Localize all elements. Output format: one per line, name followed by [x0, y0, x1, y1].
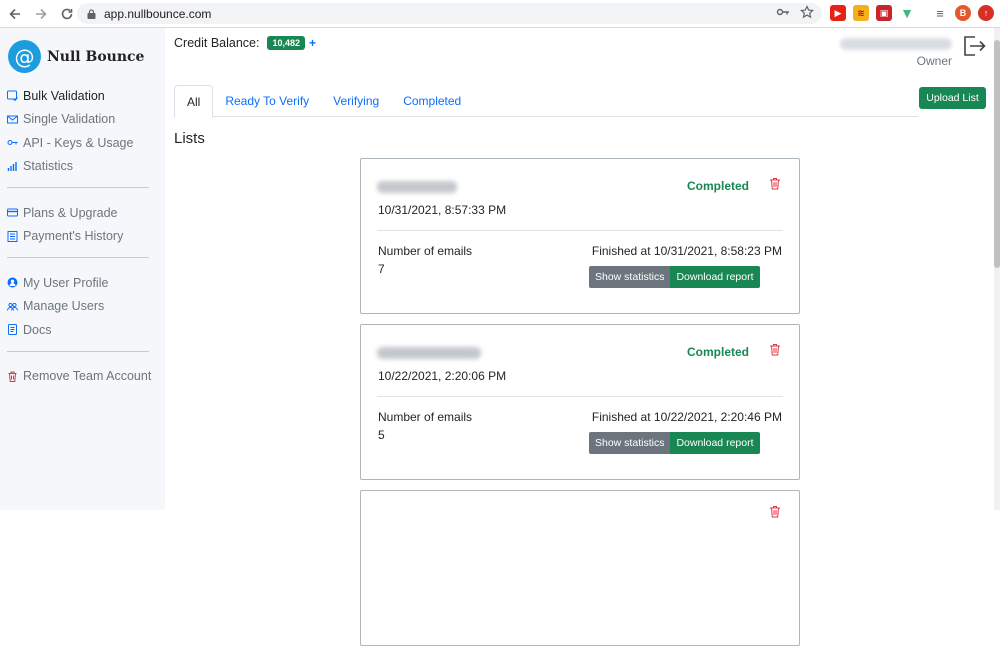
sidebar-divider — [7, 350, 149, 352]
user-circle-icon — [7, 277, 18, 288]
sidebar-item-profile[interactable]: My User Profile — [0, 271, 165, 295]
sidebar-item-statistics[interactable]: Statistics — [0, 155, 165, 179]
bulk-icon — [7, 90, 18, 102]
emails-count-value: 5 — [378, 428, 385, 442]
list-card: Completed 10/31/2021, 8:57:33 PM Number … — [360, 158, 800, 314]
users-icon — [7, 302, 18, 311]
list-card — [360, 490, 800, 646]
logo[interactable]: @ Null Bounce — [8, 40, 144, 73]
show-statistics-button[interactable]: Show statistics — [589, 432, 671, 454]
forward-arrow-icon[interactable] — [30, 3, 52, 25]
list-tabs: All Ready To Verify Verifying Completed — [174, 85, 918, 118]
finished-at: Finished at 10/31/2021, 8:58:23 PM — [591, 244, 782, 258]
logout-icon[interactable] — [962, 35, 986, 57]
sidebar-item-label: Docs — [23, 322, 52, 337]
sidebar-item-label: My User Profile — [23, 275, 109, 290]
browser-toolbar: app.nullbounce.com ▶ ≋ ▣ ▼ ≡ B ↑ — [0, 0, 1000, 28]
address-bar[interactable]: app.nullbounce.com — [77, 3, 822, 24]
lock-icon — [87, 8, 96, 19]
list-name-redacted — [377, 181, 457, 193]
download-report-button[interactable]: Download report — [670, 266, 760, 288]
lists-heading: Lists — [174, 130, 205, 147]
scrollbar-thumb[interactable] — [994, 40, 1000, 268]
star-icon[interactable] — [800, 5, 814, 19]
credit-label: Credit Balance: — [174, 36, 260, 50]
envelope-icon — [7, 115, 18, 124]
sidebar-item-label: Single Validation — [23, 112, 116, 127]
user-email-redacted — [840, 38, 952, 50]
tab-ready-to-verify[interactable]: Ready To Verify — [213, 85, 321, 117]
bar-chart-icon — [7, 161, 17, 171]
sidebar-menu: Bulk Validation Single Validation API - … — [0, 84, 165, 388]
doc-icon — [8, 324, 17, 336]
list-created-date: 10/22/2021, 2:20:06 PM — [378, 369, 507, 383]
video-extension-icon[interactable]: ▣ — [876, 5, 892, 21]
main-content: Credit Balance: 10,482 + Owner All Ready… — [165, 28, 1000, 646]
vue-extension-icon[interactable]: ▼ — [899, 5, 915, 21]
sidebar-item-api-keys[interactable]: API - Keys & Usage — [0, 131, 165, 155]
credit-balance: Credit Balance: 10,482 + — [174, 36, 316, 50]
url-text: app.nullbounce.com — [104, 6, 212, 21]
list-name-redacted — [377, 347, 481, 359]
sidebar-item-label: Remove Team Account — [23, 369, 152, 384]
reload-icon[interactable] — [56, 3, 78, 25]
sidebar-item-label: Statistics — [23, 159, 74, 174]
emails-count-label: Number of emails — [378, 410, 473, 424]
tab-verifying[interactable]: Verifying — [321, 85, 391, 117]
tab-completed[interactable]: Completed — [391, 85, 473, 117]
sidebar-item-manage-users[interactable]: Manage Users — [0, 295, 165, 319]
back-arrow-icon[interactable] — [4, 3, 26, 25]
sidebar-item-label: Payment's History — [23, 229, 124, 244]
status-badge: Completed — [687, 179, 750, 193]
sidebar-item-label: Manage Users — [23, 299, 105, 314]
sidebar-item-label: Bulk Validation — [23, 88, 105, 103]
card-icon — [7, 208, 18, 217]
list-created-date: 10/31/2021, 8:57:33 PM — [378, 203, 507, 217]
list-card: Completed 10/22/2021, 2:20:06 PM Number … — [360, 324, 800, 480]
app-name: Null Bounce — [47, 48, 145, 65]
extension-icon[interactable]: ≋ — [853, 5, 869, 21]
sidebar: @ Null Bounce Bulk Validation Single Val… — [0, 28, 165, 510]
trash-icon[interactable] — [769, 505, 781, 518]
sidebar-item-payments[interactable]: Payment's History — [0, 225, 165, 249]
key-icon[interactable] — [776, 5, 790, 19]
status-badge: Completed — [687, 345, 750, 359]
logo-at-icon: @ — [8, 40, 41, 73]
trash-icon[interactable] — [769, 343, 781, 356]
sidebar-item-single-validation[interactable]: Single Validation — [0, 108, 165, 132]
sidebar-item-remove-team[interactable]: Remove Team Account — [0, 365, 165, 389]
add-credit-button[interactable]: + — [309, 36, 316, 50]
reading-list-icon[interactable]: ≡ — [932, 5, 948, 21]
card-divider — [377, 396, 783, 397]
finished-at: Finished at 10/22/2021, 2:20:46 PM — [591, 410, 782, 424]
credit-badge: 10,482 — [267, 36, 305, 50]
tab-all[interactable]: All — [174, 85, 214, 118]
sidebar-item-label: Plans & Upgrade — [23, 205, 118, 220]
trash-icon[interactable] — [769, 177, 781, 190]
emails-count-value: 7 — [378, 262, 385, 276]
receipt-icon — [7, 230, 18, 242]
youtube-extension-icon[interactable]: ▶ — [830, 5, 846, 21]
update-icon[interactable]: ↑ — [978, 5, 994, 21]
card-actions: Show statistics Download report — [589, 266, 760, 288]
sidebar-item-bulk-validation[interactable]: Bulk Validation — [0, 84, 165, 108]
user-role: Owner — [916, 54, 952, 68]
sidebar-divider — [7, 187, 149, 188]
card-actions: Show statistics Download report — [589, 432, 760, 454]
trash-icon — [8, 371, 17, 382]
sidebar-item-plans[interactable]: Plans & Upgrade — [0, 201, 165, 225]
upload-list-button[interactable]: Upload List — [919, 87, 986, 109]
key-icon — [7, 140, 18, 146]
emails-count-label: Number of emails — [378, 244, 473, 258]
profile-avatar-icon[interactable]: B — [955, 5, 971, 21]
show-statistics-button[interactable]: Show statistics — [589, 266, 671, 288]
page-scrollbar[interactable] — [994, 28, 1000, 510]
sidebar-item-docs[interactable]: Docs — [0, 318, 165, 342]
sidebar-item-label: API - Keys & Usage — [23, 135, 134, 150]
download-report-button[interactable]: Download report — [670, 432, 760, 454]
card-divider — [377, 230, 783, 231]
sidebar-divider — [7, 257, 149, 258]
